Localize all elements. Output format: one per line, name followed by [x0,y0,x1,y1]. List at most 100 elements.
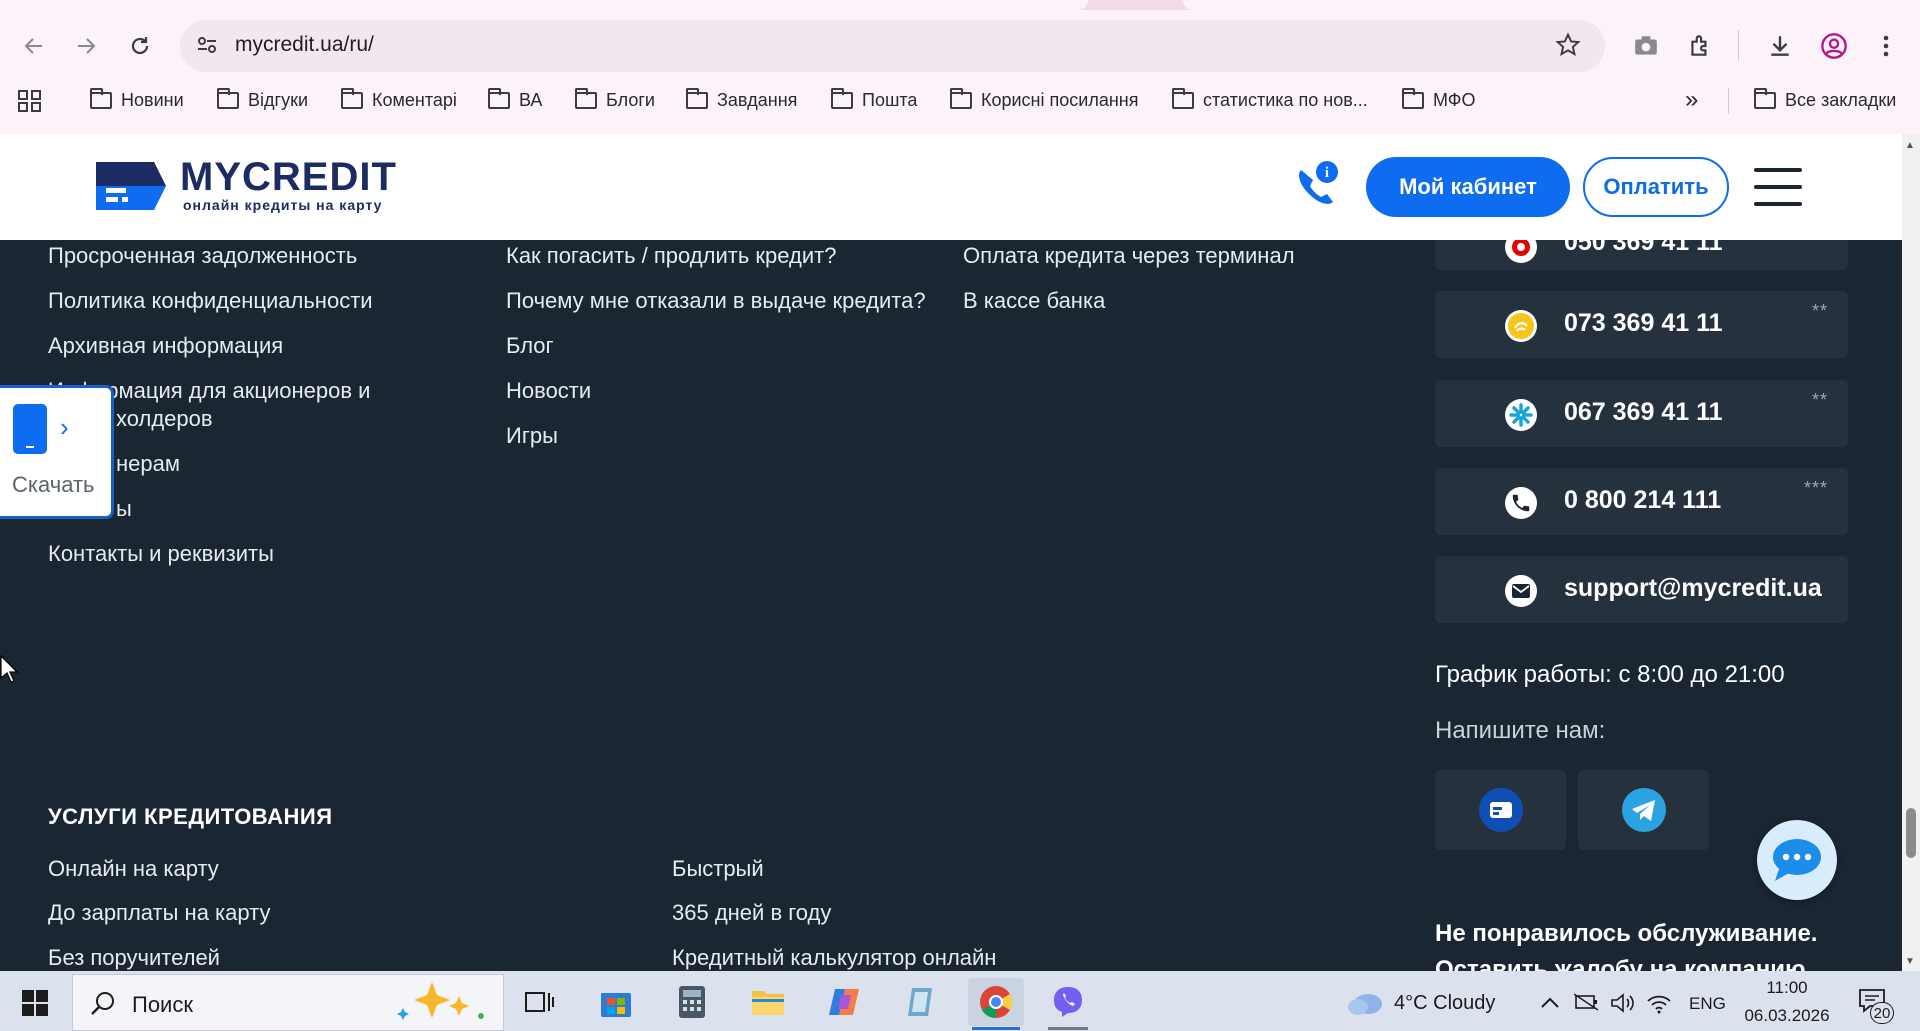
file-explorer-icon[interactable] [744,978,792,1026]
extensions-icon[interactable] [1682,28,1718,64]
all-bookmarks[interactable]: Все закладки [1754,86,1896,114]
battery-icon[interactable] [1573,992,1600,1018]
bookmark-folder[interactable]: МФО [1402,86,1475,114]
back-button[interactable] [16,28,52,64]
site-info-icon[interactable] [196,34,218,61]
footer-link-contacts[interactable]: Контакты и реквизиты [48,541,274,567]
service-link-salary[interactable]: До зарплаты на карту [48,900,270,926]
scroll-up-arrow-icon[interactable]: ▲ [1905,140,1915,151]
contact-email[interactable]: support@mycredit.ua [1435,556,1848,623]
service-link-365[interactable]: 365 дней в году [672,900,831,926]
reload-button[interactable] [122,28,158,64]
viber-icon[interactable] [1044,978,1092,1026]
tab-inactive[interactable] [1183,0,1920,10]
bookmark-folder[interactable]: Пошта [831,86,917,114]
profile-icon[interactable] [1816,28,1852,64]
download-app-widget[interactable]: › Скачать [0,385,114,519]
bookmark-folder[interactable]: Коментарі [341,86,457,114]
copilot-icon[interactable] [820,978,868,1026]
folder-icon [686,87,708,109]
language-indicator[interactable]: ENG [1689,994,1726,1014]
footer-link-bank[interactable]: В кассе банка [963,288,1105,314]
windows-start-icon[interactable] [22,990,48,1021]
folder-icon [575,87,597,109]
mail-icon [1505,575,1537,607]
scroll-down-arrow-icon[interactable]: ▼ [1905,956,1915,967]
service-link-card[interactable]: Онлайн на карту [48,856,219,882]
address-bar[interactable] [180,20,1605,72]
footer-link-overdue[interactable]: Просроченная задолженность [48,243,357,269]
screenshot-icon[interactable] [1628,28,1664,64]
service-link-fast[interactable]: Быстрый [672,856,764,882]
folder-icon [90,87,112,109]
weather-text[interactable]: 4°C Cloudy [1394,992,1495,1015]
folder-icon [488,87,510,109]
bookmark-folder[interactable]: статистика по нов... [1172,86,1368,114]
chat-mycredit-button[interactable] [1435,770,1566,850]
task-view-icon[interactable] [516,978,564,1026]
logo-tagline: онлайн кредиты на карту [183,197,383,213]
footer-link-news[interactable]: Новости [506,378,591,404]
footer-link-games[interactable]: Игры [506,423,558,449]
notes-app-icon[interactable] [896,978,944,1026]
live-chat-button[interactable] [1757,820,1837,900]
bookmark-star-icon[interactable] [1555,32,1581,63]
chevron-right-icon: › [60,412,69,442]
bookmark-folder[interactable]: Корисні посилання [950,86,1138,114]
smartphone-icon [13,404,47,454]
service-link-calculator[interactable]: Кредитный калькулятор онлайн [672,945,996,971]
calculator-icon[interactable] [668,978,716,1026]
bookmark-folder[interactable]: Завдання [686,86,797,114]
forward-button[interactable] [68,28,104,64]
volume-icon[interactable] [1610,992,1636,1020]
wifi-icon[interactable] [1646,992,1672,1020]
menu-kebab-icon[interactable] [1868,28,1904,64]
url-text[interactable]: mycredit.ua/ru/ [235,33,374,57]
logo-text[interactable]: MYCREDIT [180,155,397,200]
cloudy-weather-icon[interactable] [1346,990,1386,1021]
hamburger-menu-button[interactable] [1750,166,1806,208]
tray-overflow-chevron-icon[interactable] [1540,992,1560,1015]
bookmarks-overflow-button[interactable]: » [1685,86,1698,114]
bookmark-folder[interactable]: Новини [90,86,184,114]
mycredit-logo-icon[interactable] [96,158,166,219]
complaint-line2[interactable]: Оставить жалобу на компанию [1435,956,1875,971]
back-arrow-icon [24,38,42,54]
clock-date[interactable]: 06.03.2026 [1737,1006,1837,1026]
my-cabinet-button[interactable]: Мой кабинет [1366,157,1570,217]
notifications-badge: 20 [1870,1002,1894,1024]
footer-link-refused[interactable]: Почему мне отказали в выдаче кредита? [506,288,926,314]
bookmark-folder[interactable]: Відгуки [217,86,308,114]
footer-link-privacy[interactable]: Политика конфиденциальности [48,288,373,314]
footer-link-archive[interactable]: Архивная информация [48,333,283,359]
footer-link-terminal[interactable]: Оплата кредита через терминал [963,243,1295,269]
contact-phone-lifecell[interactable]: 073 369 41 11 ** [1435,291,1848,358]
kyivstar-icon [1505,399,1537,431]
toolbar-separator [1738,30,1739,60]
pay-button[interactable]: Оплатить [1583,157,1729,217]
scrollbar-thumb[interactable] [1906,808,1916,858]
phone-info-icon[interactable]: i [1293,160,1339,213]
mycredit-chat-icon [1478,788,1523,832]
bookmark-folder[interactable]: ВА [488,86,542,114]
service-link-guarantors[interactable]: Без поручителей [48,945,220,971]
complaint-line1[interactable]: Не понравилось обслуживание. [1435,920,1817,948]
mouse-cursor-icon [0,654,19,688]
contact-phone-kyivstar[interactable]: 067 369 41 11 ** [1435,380,1848,447]
footer-link-repay[interactable]: Как погасить / продлить кредит? [506,243,836,269]
footer-link-blog[interactable]: Блог [506,333,554,359]
bookmark-folder[interactable]: Блоги [575,86,655,114]
apps-grid-icon[interactable] [18,90,42,117]
tab-active[interactable] [0,0,1088,10]
active-app-indicator [972,1027,1020,1030]
microsoft-store-icon[interactable] [592,978,640,1026]
contact-email-text: support@mycredit.ua [1564,574,1822,602]
footnote-stars: ** [1811,301,1828,321]
clock-time[interactable]: 11:00 [1742,978,1832,998]
hamburger-line [1754,202,1802,206]
chrome-taskbar-button[interactable] [968,978,1024,1026]
chat-telegram-button[interactable] [1578,770,1709,850]
folder-icon [950,87,972,109]
download-icon[interactable] [1762,28,1798,64]
contact-phone-hotline[interactable]: 0 800 214 111 *** [1435,468,1848,535]
